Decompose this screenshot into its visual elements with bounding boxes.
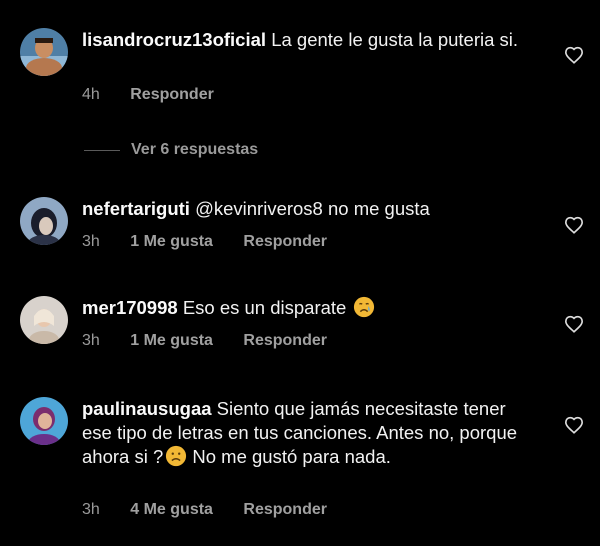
comment-text: La gente le gusta la puteria si. [271, 29, 519, 50]
username-link[interactable]: paulinausugaa [82, 398, 212, 419]
avatar[interactable] [20, 28, 68, 76]
likes-count-button[interactable]: 1 Me gusta [130, 332, 213, 349]
like-heart-icon[interactable] [564, 46, 584, 64]
timestamp: 3h [82, 501, 100, 518]
reply-button[interactable]: Responder [243, 233, 327, 250]
comment-body: mer170998 Eso es un disparate [82, 296, 530, 320]
username-link[interactable]: lisandrocruz13oficial [82, 29, 266, 50]
username-link[interactable]: nefertariguti [82, 198, 190, 219]
like-heart-icon[interactable] [564, 315, 584, 333]
avatar[interactable] [20, 397, 68, 445]
username-link[interactable]: mer170998 [82, 297, 178, 318]
timestamp: 3h [82, 233, 100, 250]
likes-count-button[interactable]: 1 Me gusta [130, 233, 213, 250]
comment-meta: 3h 1 Me gusta Responder [82, 332, 353, 350]
timestamp: 3h [82, 332, 100, 349]
avatar[interactable] [20, 296, 68, 344]
like-heart-icon[interactable] [564, 216, 584, 234]
comment-text: Eso es un disparate [182, 297, 347, 318]
reply-button[interactable]: Responder [243, 332, 327, 349]
avatar[interactable] [20, 197, 68, 245]
frowning-face-icon [166, 445, 187, 467]
replies-divider [84, 150, 120, 151]
crying-face-icon [354, 296, 375, 318]
likes-count-button[interactable]: 4 Me gusta [130, 501, 213, 518]
comment-body: nefertariguti @kevinriveros8 no me gusta [82, 197, 530, 221]
comment-body: lisandrocruz13oficial La gente le gusta … [82, 28, 530, 52]
comment-meta: 3h 4 Me gusta Responder [82, 501, 353, 519]
comment-body: paulinausugaa Siento que jamás necesitas… [82, 397, 530, 469]
view-replies-label[interactable]: Ver 6 respuestas [131, 141, 258, 159]
comment-meta: 4h Responder [82, 86, 240, 104]
comment-text: @kevinriveros8 no me gusta [195, 198, 430, 219]
comment-text-continued: No me gustó para nada. [187, 446, 391, 467]
reply-button[interactable]: Responder [243, 501, 327, 518]
reply-button[interactable]: Responder [130, 86, 214, 103]
like-heart-icon[interactable] [564, 416, 584, 434]
comment-meta: 3h 1 Me gusta Responder [82, 233, 353, 251]
timestamp: 4h [82, 86, 100, 103]
